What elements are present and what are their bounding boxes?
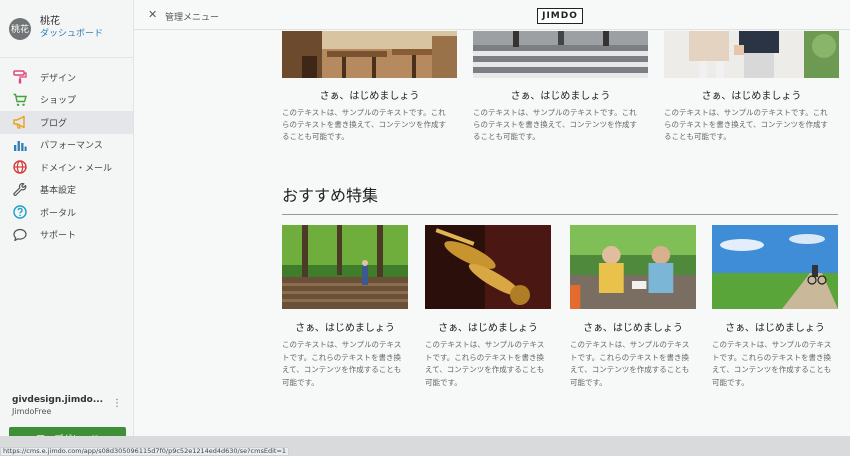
sidebar-nav: デザイン ショップ ブログ パフォーマンス ドメイン・メール 基本設定 ポータル… bbox=[0, 66, 133, 246]
sidebar-item-label: ブログ bbox=[40, 118, 68, 129]
sidebar-item-blog[interactable]: ブログ bbox=[0, 111, 133, 134]
top-card: さぁ、はじめましょう このテキストは、サンプルのテキストです。これらのテキストを… bbox=[664, 31, 839, 143]
card-title: さぁ、はじめましょう bbox=[295, 323, 395, 334]
trumpet-photo bbox=[425, 225, 551, 309]
site-plan: JimdoFree bbox=[12, 407, 52, 416]
card-text: このテキストは、サンプルのテキストです。これらのテキストを書き換えて、コンテンツ… bbox=[473, 108, 638, 141]
sidebar-item-label: ポータル bbox=[40, 208, 77, 219]
sidebar-item-shop[interactable]: ショップ bbox=[0, 89, 133, 112]
card-title: さぁ、はじめましょう bbox=[583, 323, 683, 334]
site-preview: さぁ、はじめましょう このテキストは、サンプルのテキストです。これらのテキストを… bbox=[134, 31, 850, 436]
megaphone-icon bbox=[13, 115, 27, 129]
card-text: このテキストは、サンプルのテキストです。これらのテキストを書き換えて、コンテンツ… bbox=[282, 340, 402, 387]
cycling-path-photo bbox=[712, 225, 838, 309]
crosswalk-photo bbox=[473, 31, 648, 78]
sidebar-item-label: パフォーマンス bbox=[40, 141, 103, 152]
sidebar: 桃花 桃花 ダッシュボード デザイン ショップ ブログ パフォーマンス ドメイン… bbox=[0, 0, 134, 456]
help-circle-icon bbox=[13, 205, 27, 219]
couple-photo bbox=[664, 31, 839, 78]
card-title: さぁ、はじめましょう bbox=[725, 323, 825, 334]
sidebar-item-domain-mail[interactable]: ドメイン・メール bbox=[0, 156, 133, 179]
chat-bubble-icon bbox=[13, 228, 27, 242]
sidebar-item-label: ショップ bbox=[40, 96, 77, 107]
close-icon[interactable]: ✕ bbox=[148, 8, 157, 21]
card-title: さぁ、はじめましょう bbox=[701, 91, 802, 102]
feature-card: さぁ、はじめましょう このテキストは、サンプルのテキストです。これらのテキストを… bbox=[425, 225, 551, 389]
cafe-photo bbox=[282, 31, 457, 78]
sidebar-item-label: サポート bbox=[40, 231, 77, 242]
card-text: このテキストは、サンプルのテキストです。これらのテキストを書き換えて、コンテンツ… bbox=[712, 340, 832, 387]
sidebar-item-portal[interactable]: ポータル bbox=[0, 201, 133, 224]
card-text: このテキストは、サンプルのテキストです。これらのテキストを書き換えて、コンテンツ… bbox=[664, 108, 829, 141]
feature-card: さぁ、はじめましょう このテキストは、サンプルのテキストです。これらのテキストを… bbox=[712, 225, 838, 389]
bar-chart-icon bbox=[13, 138, 27, 152]
paint-roller-icon bbox=[13, 70, 27, 84]
section-divider bbox=[282, 214, 838, 215]
more-options-icon[interactable]: ⋮ bbox=[112, 399, 122, 409]
card-title: さぁ、はじめましょう bbox=[438, 323, 538, 334]
card-title: さぁ、はじめましょう bbox=[319, 91, 420, 102]
section-title: おすすめ特集 bbox=[282, 186, 379, 205]
feature-card: さぁ、はじめましょう このテキストは、サンプルのテキストです。これらのテキストを… bbox=[282, 225, 408, 389]
card-text: このテキストは、サンプルのテキストです。これらのテキストを書き換えて、コンテンツ… bbox=[425, 340, 545, 387]
dashboard-link[interactable]: ダッシュボード bbox=[40, 28, 103, 41]
sidebar-item-performance[interactable]: パフォーマンス bbox=[0, 134, 133, 157]
admin-topbar: ✕ 管理メニュー JIMDO bbox=[134, 0, 850, 30]
status-bar-url: https://cms.e.jimdo.com/app/s08d30509611… bbox=[0, 447, 290, 456]
forest-stairs-photo bbox=[282, 225, 408, 309]
site-info: givdesign.jimdo... JimdoFree bbox=[12, 394, 124, 417]
sidebar-item-support[interactable]: サポート bbox=[0, 224, 133, 247]
card-text: このテキストは、サンプルのテキストです。これらのテキストを書き換えて、コンテンツ… bbox=[282, 108, 447, 141]
site-url[interactable]: givdesign.jimdo... bbox=[12, 394, 124, 406]
sidebar-item-label: 基本設定 bbox=[40, 186, 77, 197]
feature-card: さぁ、はじめましょう このテキストは、サンプルのテキストです。これらのテキストを… bbox=[570, 225, 696, 389]
jimdo-logo: JIMDO bbox=[537, 8, 583, 24]
admin-menu-label[interactable]: 管理メニュー bbox=[165, 10, 219, 23]
cart-icon bbox=[13, 93, 27, 107]
sidebar-item-label: ドメイン・メール bbox=[40, 163, 113, 174]
top-card: さぁ、はじめましょう このテキストは、サンプルのテキストです。これらのテキストを… bbox=[282, 31, 457, 143]
globe-icon bbox=[13, 160, 27, 174]
friends-cafe-photo bbox=[570, 225, 696, 309]
sidebar-item-settings[interactable]: 基本設定 bbox=[0, 179, 133, 202]
user-header: 桃花 桃花 ダッシュボード bbox=[0, 0, 133, 58]
top-card: さぁ、はじめましょう このテキストは、サンプルのテキストです。これらのテキストを… bbox=[473, 31, 648, 143]
avatar[interactable]: 桃花 bbox=[9, 17, 31, 40]
card-text: このテキストは、サンプルのテキストです。これらのテキストを書き換えて、コンテンツ… bbox=[570, 340, 690, 387]
user-name: 桃花 bbox=[40, 16, 60, 27]
sidebar-item-label: デザイン bbox=[40, 73, 77, 84]
card-title: さぁ、はじめましょう bbox=[510, 91, 611, 102]
sidebar-item-design[interactable]: デザイン bbox=[0, 66, 133, 89]
wrench-icon bbox=[13, 182, 27, 197]
